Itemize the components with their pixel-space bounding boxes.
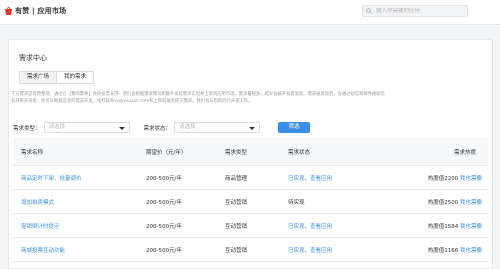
demand-center-card: 需求中心 需求广场 我的需求 下方需求是有赞整理、通过在【我的需要】共同投票支持… (8, 39, 493, 269)
also-need-link[interactable]: 我也需要 (460, 198, 482, 206)
demand-name-link[interactable]: 促销倒计时提示 (21, 214, 60, 237)
header-name: 需求名称 (21, 149, 44, 156)
type-cell: 互动营销 (225, 247, 248, 254)
type-cell: 互动营销 (225, 223, 248, 230)
header-price: 期望价（元/年） (146, 149, 187, 156)
table-row: 增加拍卖模式 200-500元/年 互动营销 待实现 热度值2500 我也需要 (13, 190, 488, 214)
header-heat: 需求热度 (453, 149, 476, 156)
heat-value: 热度值2200 (427, 175, 459, 182)
search-input[interactable] (372, 8, 466, 14)
status-select[interactable]: 请选择 (174, 122, 261, 133)
status-link[interactable]: 已实现，查看应用 (288, 214, 332, 237)
demand-name-link[interactable]: 商城投票互动功能 (21, 238, 65, 261)
brand[interactable]: 有赞 | 应用市场 (4, 6, 66, 16)
status-link[interactable]: 已实现，查看应用 (288, 166, 332, 189)
description-line-2: 有开发开发者，你可以根据这里的需求开发，或打联系sv@youzan.com和上架… (11, 99, 253, 104)
table-header: 需求名称 期望价（元/年） 需求类型 需求状态 需求热度 (13, 138, 488, 166)
price-cell: 200-500元/年 (146, 199, 182, 206)
heat-value: 热度值1584 (427, 223, 459, 230)
tab-demand-square[interactable]: 需求广场 (19, 71, 58, 84)
heat-cell: 热度值1166 我也需要 (428, 238, 482, 261)
price-cell: 200-500元/年 (146, 175, 182, 182)
tab-bar: 需求广场 我的需求 (19, 71, 95, 84)
type-select-placeholder: 请选择 (48, 124, 66, 130)
table-row: 商城投票互动功能 200-500元/年 互动营销 已实现，查看应用 热度值116… (13, 238, 488, 262)
heat-cell: 热度值2500 我也需要 (428, 190, 482, 213)
also-need-link[interactable]: 我也需要 (460, 246, 482, 254)
filter-button[interactable]: 筛选 (278, 122, 311, 133)
page-title: 需求中心 (19, 54, 47, 62)
type-filter-label: 需求类型： (13, 125, 41, 132)
table-row: 促销倒计时提示 200-500元/年 互动营销 已实现，查看应用 热度值1584… (13, 214, 488, 238)
status-link[interactable]: 已实现，查看应用 (288, 238, 332, 261)
type-cell: 商品管理 (225, 175, 248, 182)
demand-table: 需求名称 期望价（元/年） 需求类型 需求状态 需求热度 商品定时下架、批量调价… (13, 138, 488, 262)
demand-name-link[interactable]: 商品定时下架、批量调价 (21, 166, 82, 189)
top-bar: 有赞 | 应用市场 (0, 0, 500, 25)
filter-bar: 需求类型： 请选择 需求状态： 请选择 筛选 (13, 122, 311, 133)
tab-my-demands[interactable]: 我的需求 (56, 71, 95, 84)
price-cell: 200-500元/年 (146, 223, 182, 230)
header-type: 需求类型 (225, 149, 248, 156)
header-status: 需求状态 (288, 149, 311, 156)
brand-name: 有赞 | 应用市场 (15, 7, 67, 15)
search-box[interactable] (362, 5, 468, 17)
status-cell: 待实现 (288, 199, 305, 206)
caret-down-icon (118, 126, 125, 130)
heat-cell: 热度值1584 我也需要 (428, 214, 482, 237)
heat-cell: 热度值2200 我也需要 (428, 166, 482, 189)
type-cell: 互动营销 (225, 199, 248, 206)
status-select-placeholder: 请选择 (179, 124, 196, 130)
heat-value: 热度值1166 (427, 247, 459, 254)
table-row: 商品定时下架、批量调价 200-500元/年 商品管理 已实现，查看应用 热度值… (13, 166, 488, 190)
caret-down-icon (249, 126, 256, 130)
demand-name-link[interactable]: 增加拍卖模式 (21, 190, 54, 213)
price-cell: 200-500元/年 (146, 247, 182, 254)
also-need-link[interactable]: 我也需要 (460, 222, 482, 230)
description-line-1: 下方需求是有赞整理、通过在【我的需要】共同投票支持、我们会根据需求情况和额外发起… (11, 92, 385, 97)
heat-value: 热度值2500 (427, 199, 459, 206)
type-select[interactable]: 请选择 (43, 122, 130, 133)
youzan-logo-icon (5, 7, 12, 15)
status-filter-label: 需求状态： (143, 125, 172, 132)
page-description: 下方需求是有赞整理、通过在【我的需要】共同投票支持、我们会根据需求情况和额外发起… (11, 91, 489, 105)
also-need-link[interactable]: 我也需要 (460, 174, 482, 182)
